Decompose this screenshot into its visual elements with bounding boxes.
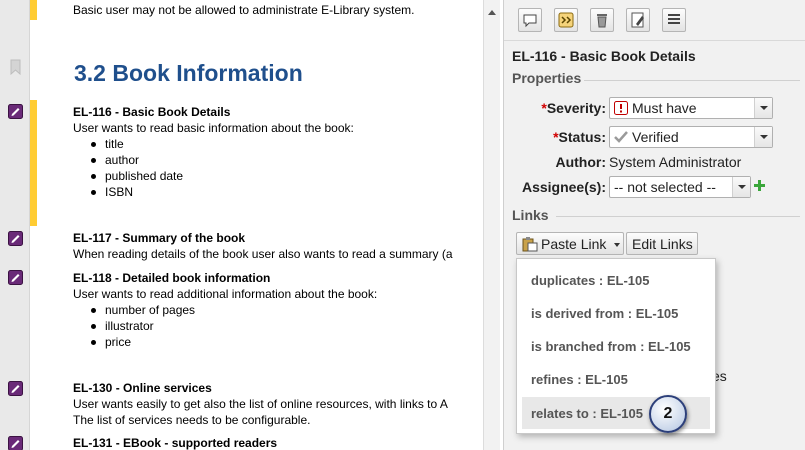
must-have-icon bbox=[614, 101, 628, 115]
list-item: published date bbox=[105, 169, 184, 183]
document-scrollbar[interactable] bbox=[483, 0, 500, 450]
step-number-badge: 2 bbox=[649, 395, 687, 433]
change-bar bbox=[30, 0, 37, 20]
requirement-title[interactable]: EL-118 - Detailed book information bbox=[73, 271, 270, 285]
assignee-select[interactable]: -- not selected -- bbox=[609, 176, 751, 198]
severity-select[interactable]: Must have bbox=[609, 97, 773, 119]
bullet bbox=[91, 174, 96, 179]
bullet bbox=[91, 340, 96, 345]
add-assignee-icon[interactable] bbox=[754, 180, 765, 191]
chevron-down-icon[interactable] bbox=[732, 177, 750, 197]
delete-button[interactable] bbox=[590, 8, 614, 32]
requirement-description: The list of services needs to be configu… bbox=[73, 413, 311, 427]
paste-link-label: Paste Link bbox=[541, 236, 607, 252]
bullet bbox=[91, 324, 96, 329]
requirement-title[interactable]: EL-131 - EBook - supported readers bbox=[73, 436, 277, 450]
chevron-down-icon bbox=[614, 243, 620, 247]
list-item: title bbox=[105, 137, 124, 151]
status-value: Verified bbox=[632, 129, 679, 145]
chevron-down-icon[interactable] bbox=[754, 127, 772, 147]
menu-item-refines[interactable]: refines : EL-105 bbox=[517, 363, 715, 395]
comment-button[interactable] bbox=[518, 8, 542, 32]
section-divider bbox=[584, 80, 800, 81]
checkmark-icon bbox=[614, 131, 628, 143]
menu-item-label: is branched from : EL-105 bbox=[531, 339, 691, 354]
requirement-title[interactable]: EL-117 - Summary of the book bbox=[73, 231, 245, 245]
menu-item-label: is derived from : EL-105 bbox=[531, 306, 679, 321]
list-item: ISBN bbox=[105, 185, 134, 199]
change-bar bbox=[30, 100, 37, 226]
edit-icon bbox=[631, 12, 644, 28]
author-value: System Administrator bbox=[609, 154, 742, 170]
scroll-up-arrow-icon[interactable] bbox=[488, 10, 496, 15]
properties-section-label: Properties bbox=[512, 70, 582, 86]
list-item: illustrator bbox=[105, 319, 154, 333]
list-item: author bbox=[105, 153, 140, 167]
requirement-title[interactable]: EL-116 - Basic Book Details bbox=[73, 105, 230, 119]
requirement-description: User wants to read additional informatio… bbox=[73, 287, 378, 301]
comment-icon bbox=[523, 14, 537, 28]
list-item: number of pages bbox=[105, 303, 196, 317]
menu-item-is-derived-from[interactable]: is derived from : EL-105 bbox=[517, 297, 715, 329]
toolbar-divider bbox=[504, 40, 805, 41]
delete-icon bbox=[597, 14, 607, 28]
edit-button[interactable] bbox=[626, 8, 650, 32]
list-item: price bbox=[105, 335, 132, 349]
list-button[interactable] bbox=[662, 8, 686, 32]
requirement-marker-icon[interactable] bbox=[8, 381, 23, 396]
document-text: Basic user may not be allowed to adminis… bbox=[73, 3, 415, 17]
requirement-marker-icon[interactable] bbox=[8, 231, 23, 246]
menu-item-label: relates to : EL-105 bbox=[531, 406, 643, 421]
status-label: *Status: bbox=[553, 129, 606, 145]
bullet bbox=[91, 142, 96, 147]
section-divider bbox=[556, 216, 800, 217]
requirement-marker-icon[interactable] bbox=[8, 436, 23, 450]
requirement-marker-icon[interactable] bbox=[8, 104, 23, 119]
links-section-label: Links bbox=[512, 207, 549, 223]
menu-item-label: duplicates : EL-105 bbox=[531, 273, 650, 288]
assignee-label: Assignee(s): bbox=[521, 179, 606, 195]
compare-button[interactable] bbox=[554, 8, 578, 32]
section-heading: 3.2 Book Information bbox=[74, 60, 303, 86]
compare-icon bbox=[558, 12, 574, 28]
bullet bbox=[91, 308, 96, 313]
bookmark-icon[interactable] bbox=[10, 59, 21, 75]
editor-gutter bbox=[0, 0, 30, 450]
menu-item-label: refines : EL-105 bbox=[531, 372, 628, 387]
requirement-description: When reading details of the book user al… bbox=[73, 247, 453, 261]
status-select[interactable]: Verified bbox=[609, 126, 773, 148]
panel-title: EL-116 - Basic Book Details bbox=[512, 48, 696, 64]
author-label: Author: bbox=[555, 154, 606, 170]
requirement-title[interactable]: EL-130 - Online services bbox=[73, 381, 212, 395]
menu-item-is-branched-from[interactable]: is branched from : EL-105 bbox=[517, 330, 715, 362]
severity-label: *Severity: bbox=[541, 100, 606, 116]
requirement-marker-icon[interactable] bbox=[8, 270, 23, 285]
paste-link-button[interactable]: Paste Link bbox=[516, 232, 624, 255]
severity-value: Must have bbox=[632, 100, 697, 116]
requirement-description: User wants to read basic information abo… bbox=[73, 121, 354, 135]
edit-links-button[interactable]: Edit Links bbox=[626, 232, 698, 255]
requirement-description: User wants easily to get also the list o… bbox=[73, 397, 448, 411]
bullet bbox=[91, 158, 96, 163]
chevron-down-icon[interactable] bbox=[754, 98, 772, 118]
list-icon bbox=[668, 14, 680, 24]
assignee-value: -- not selected -- bbox=[614, 179, 716, 195]
document-view: Basic user may not be allowed to adminis… bbox=[37, 0, 483, 450]
edit-links-label: Edit Links bbox=[632, 236, 693, 252]
clipboard-icon bbox=[522, 237, 538, 252]
menu-item-duplicates[interactable]: duplicates : EL-105 bbox=[517, 264, 715, 296]
bullet bbox=[91, 190, 96, 195]
